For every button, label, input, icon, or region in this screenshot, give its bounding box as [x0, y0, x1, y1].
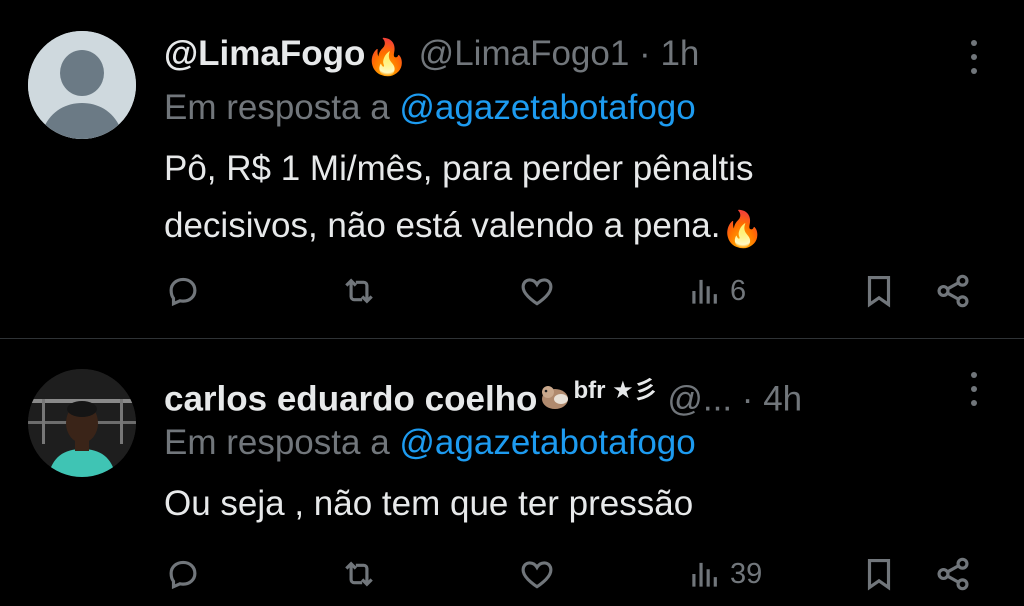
otter-emoji-shape — [542, 385, 569, 409]
like-button[interactable] — [518, 266, 556, 316]
reply-prefix: Em resposta a — [164, 423, 390, 462]
separator-dot: · — [741, 379, 754, 419]
retweet-icon — [345, 278, 373, 304]
display-name[interactable]: carlos eduardo coelho — [164, 380, 537, 419]
views-button[interactable]: 39 — [686, 549, 762, 599]
tweet-header: carlos eduardo coelho bfr ★彡 @... · 4h — [164, 369, 802, 426]
display-name[interactable]: @LimaFogo — [164, 34, 365, 73]
tweet-header: @LimaFogo🔥 @LimaFogo1 · 1h — [164, 32, 699, 80]
reply-to-link[interactable]: @agazetabotafogo — [399, 423, 695, 462]
retweet-icon — [345, 561, 373, 587]
action-bar: 6 — [0, 266, 1024, 316]
retweet-button[interactable] — [340, 549, 378, 599]
views-button[interactable]: 6 — [686, 266, 746, 316]
name-suffix: bfr ★彡 — [573, 377, 658, 404]
views-icon — [692, 562, 717, 587]
more-icon[interactable] — [970, 40, 978, 74]
fire-emoji: 🔥 — [365, 38, 409, 77]
reply-button[interactable] — [164, 266, 202, 316]
views-count: 6 — [730, 274, 747, 307]
tweet-1[interactable]: @LimaFogo🔥 @LimaFogo1 · 1h Em resposta a… — [0, 0, 1024, 338]
more-icon[interactable] — [970, 372, 978, 406]
avatar-default[interactable] — [28, 31, 136, 139]
share-icon — [937, 274, 969, 308]
tweet-text: Pô, R$ 1 Mi/mês, para perder pênaltis de… — [164, 140, 964, 258]
avatar-photo[interactable] — [28, 369, 136, 477]
reply-icon — [169, 560, 197, 590]
timestamp[interactable]: 1h — [660, 34, 699, 73]
reply-prefix: Em resposta a — [164, 88, 390, 127]
reply-to-link[interactable]: @agazetabotafogo — [399, 88, 695, 127]
retweet-button[interactable] — [340, 266, 378, 316]
separator-dot: · — [639, 34, 651, 73]
tweet-text-line: Ou seja , não tem que ter pressão — [164, 484, 694, 523]
reply-icon — [169, 277, 197, 307]
bookmark-button[interactable] — [860, 266, 898, 316]
fire-emoji: 🔥 — [720, 210, 765, 249]
like-button[interactable] — [518, 549, 556, 599]
reply-context: Em resposta a @agazetabotafogo — [164, 421, 696, 465]
bookmark-button[interactable] — [860, 549, 898, 599]
timestamp[interactable]: 4h — [763, 380, 802, 419]
reply-context: Em resposta a @agazetabotafogo — [164, 86, 696, 130]
tweet-2[interactable]: carlos eduardo coelho bfr ★彡 @... · 4h Em… — [0, 339, 1024, 606]
tweet-text-line: Pô, R$ 1 Mi/mês, para perder pênaltis — [164, 149, 754, 188]
views-count: 39 — [730, 557, 763, 590]
share-button[interactable] — [934, 549, 972, 599]
otter-emoji — [537, 379, 573, 426]
tweet-text-line-content: decisivos, não está valendo a pena. — [164, 206, 721, 245]
bookmark-icon — [867, 558, 891, 591]
share-button[interactable] — [934, 266, 972, 316]
user-handle[interactable]: @LimaFogo1 — [419, 34, 630, 73]
bookmark-icon — [867, 275, 891, 308]
like-icon — [521, 278, 553, 306]
user-handle[interactable]: @... — [667, 380, 732, 419]
action-bar: 39 — [0, 549, 1024, 599]
like-icon — [521, 561, 553, 589]
profile-photo — [28, 369, 136, 477]
default-avatar-icon — [28, 31, 136, 139]
tweet-text-line: decisivos, não está valendo a pena.🔥 — [164, 197, 964, 258]
views-icon — [692, 279, 717, 304]
reply-button[interactable] — [164, 549, 202, 599]
share-icon — [937, 557, 969, 591]
tweet-text: Ou seja , não tem que ter pressão — [164, 475, 964, 532]
